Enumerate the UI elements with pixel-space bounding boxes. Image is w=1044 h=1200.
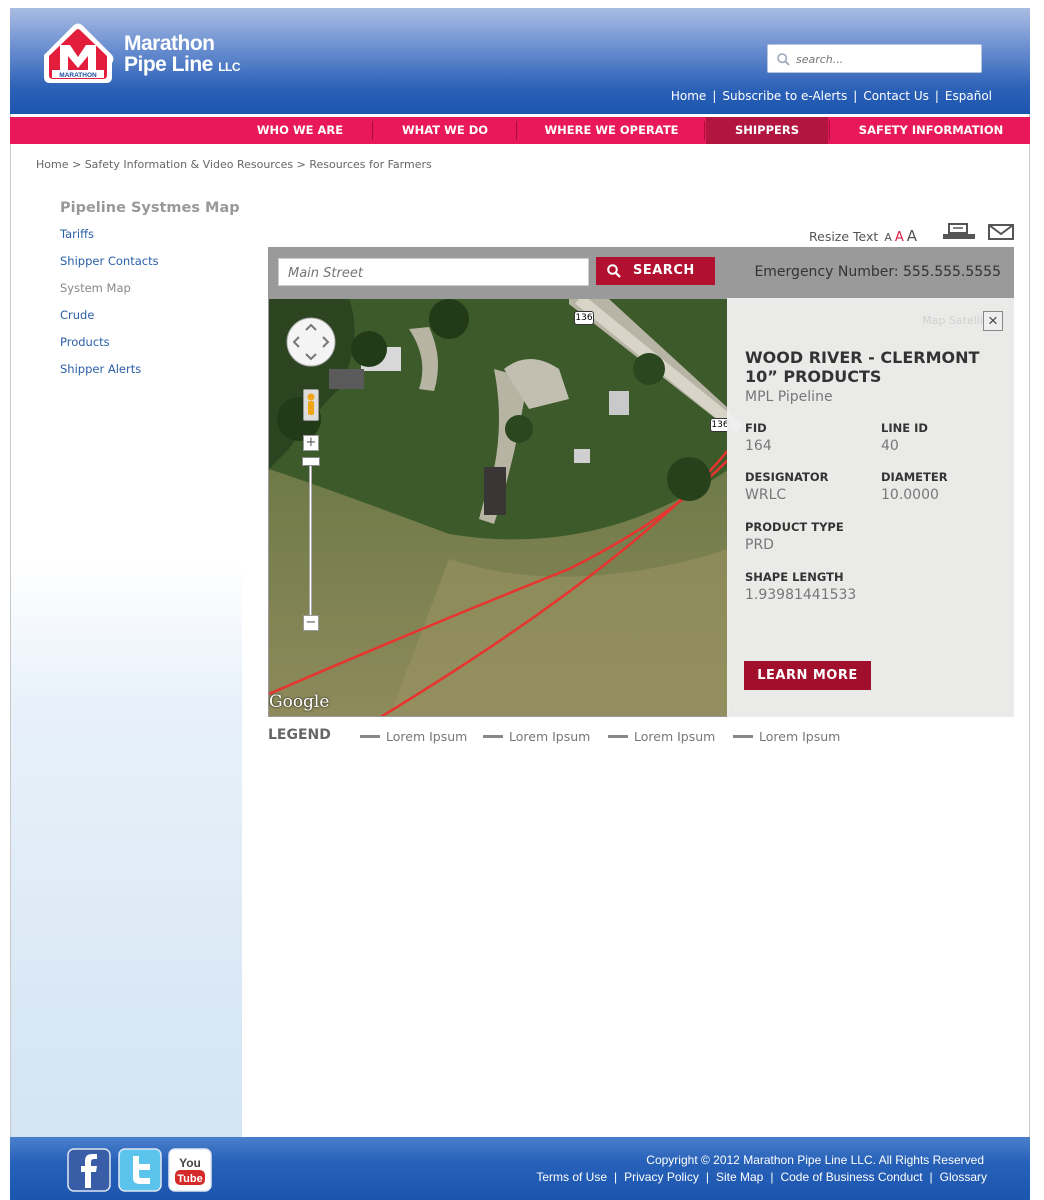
text-size-medium-button[interactable]: A	[895, 230, 904, 245]
street-search-input[interactable]	[288, 265, 578, 281]
legend-line-icon	[608, 735, 628, 738]
designator-label: DESIGNATOR	[745, 470, 829, 484]
diameter-value: 10.0000	[881, 487, 939, 503]
pipeline-subtitle: MPL Pipeline	[745, 389, 833, 405]
line-id-value: 40	[881, 438, 899, 454]
resize-text: Resize Text A A A	[809, 227, 917, 245]
route-shield-136: 136	[574, 311, 594, 325]
zoom-in-button[interactable]: +	[303, 435, 319, 451]
legend-item-label: Lorem Ipsum	[634, 729, 716, 744]
youtube-icon[interactable]: You Tube	[168, 1148, 212, 1192]
sidebar-title: Pipeline Systmes Map	[60, 200, 240, 216]
diameter-label: DIAMETER	[881, 470, 948, 484]
nav-divider	[516, 121, 517, 140]
print-icon[interactable]	[942, 223, 976, 241]
contact-link[interactable]: Contact Us	[863, 89, 929, 103]
legend-item: Lorem Ipsum	[483, 729, 590, 744]
pipeline-info-panel: Map Satellite × WOOD RIVER - CLERMONT 10…	[727, 298, 1014, 717]
sidebar-item-crude[interactable]: Crude	[60, 308, 94, 322]
privacy-policy-link[interactable]: Privacy Policy	[624, 1170, 699, 1184]
svg-text:You: You	[179, 1156, 201, 1170]
sidebar-item-shipper-contacts[interactable]: Shipper Contacts	[60, 254, 159, 268]
learn-more-button[interactable]: LEARN MORE	[744, 661, 871, 690]
svg-text:MARATHON: MARATHON	[59, 72, 97, 79]
legend-line-icon	[733, 735, 753, 738]
brand-name-line2: Pipe Line	[124, 53, 213, 76]
brand-llc: LLC	[218, 60, 241, 74]
copyright-text: Copyright © 2012 Marathon Pipe Line LLC.…	[646, 1153, 984, 1167]
twitter-icon[interactable]	[118, 1148, 162, 1192]
facebook-icon[interactable]	[67, 1148, 111, 1192]
main-nav: WHO WE ARE WHAT WE DO WHERE WE OPERATE S…	[10, 117, 1030, 144]
nav-safety-information[interactable]: SAFETY INFORMATION	[836, 117, 1026, 144]
marathon-logo-icon: MARATHON	[44, 23, 114, 83]
product-type-value: PRD	[745, 537, 774, 553]
espanol-link[interactable]: Español	[945, 89, 992, 103]
street-view-pegman-icon[interactable]	[303, 389, 319, 421]
legend-line-icon	[360, 735, 380, 738]
text-size-large-button[interactable]: A	[907, 227, 917, 245]
fid-label: FID	[745, 421, 767, 435]
map-search-button[interactable]: SEARCH	[596, 257, 715, 285]
terms-of-use-link[interactable]: Terms of Use	[536, 1170, 607, 1184]
sidebar-background	[11, 560, 242, 1137]
pipeline-title: WOOD RIVER - CLERMONT 10” PRODUCTS	[745, 348, 980, 386]
designator-value: WRLC	[745, 487, 787, 503]
glossary-link[interactable]: Glossary	[940, 1170, 987, 1184]
site-search-input[interactable]	[796, 51, 976, 67]
legend-line-icon	[483, 735, 503, 738]
line-id-label: LINE ID	[881, 421, 928, 435]
street-search-field[interactable]	[278, 258, 589, 286]
close-icon[interactable]: ×	[983, 311, 1003, 331]
brand-name-line1: Marathon	[124, 32, 215, 55]
resize-text-label: Resize Text	[809, 229, 879, 244]
nav-what-we-do[interactable]: WHAT WE DO	[380, 117, 510, 144]
shape-length-label: SHAPE LENGTH	[745, 570, 844, 584]
brand-name: Marathon Pipe Line LLC	[124, 32, 241, 78]
nav-divider	[704, 121, 705, 140]
site-search[interactable]	[767, 44, 982, 73]
subscribe-link[interactable]: Subscribe to e-Alerts	[722, 89, 847, 103]
legend-item: Lorem Ipsum	[360, 729, 467, 744]
legend-item-label: Lorem Ipsum	[509, 729, 591, 744]
site-footer	[10, 1137, 1030, 1200]
map-search-button-label: SEARCH	[633, 263, 695, 278]
sidebar-item-shipper-alerts[interactable]: Shipper Alerts	[60, 362, 141, 376]
zoom-slider-track[interactable]	[309, 461, 312, 616]
home-link[interactable]: Home	[671, 89, 706, 103]
emergency-number: Emergency Number: 555.555.5555	[754, 264, 1001, 280]
sidebar-item-tariffs[interactable]: Tariffs	[60, 227, 94, 241]
google-attribution: Google	[269, 692, 330, 712]
email-icon[interactable]	[988, 224, 1014, 240]
nav-who-we-are[interactable]: WHO WE ARE	[236, 117, 364, 144]
text-size-small-button[interactable]: A	[884, 231, 892, 244]
svg-text:Tube: Tube	[177, 1173, 202, 1185]
map-pan-control[interactable]	[286, 317, 336, 367]
fid-value: 164	[745, 438, 772, 454]
footer-links: Terms of Use | Privacy Policy | Site Map | Cod…	[536, 1170, 987, 1184]
legend-item: Lorem Ipsum	[733, 729, 840, 744]
nav-where-we-operate[interactable]: WHERE WE OPERATE	[524, 117, 699, 144]
search-icon	[777, 53, 790, 66]
legend-item-label: Lorem Ipsum	[386, 729, 468, 744]
shape-length-value: 1.93981441533	[745, 587, 857, 603]
nav-divider	[829, 121, 830, 140]
search-icon	[607, 264, 621, 278]
legend-item: Lorem Ipsum	[608, 729, 715, 744]
site-map-link[interactable]: Site Map	[716, 1170, 763, 1184]
zoom-out-button[interactable]: −	[303, 615, 319, 631]
nav-divider	[372, 121, 373, 140]
legend-title: LEGEND	[268, 727, 331, 743]
code-of-conduct-link[interactable]: Code of Business Conduct	[780, 1170, 922, 1184]
legend-item-label: Lorem Ipsum	[759, 729, 841, 744]
product-type-label: PRODUCT TYPE	[745, 520, 844, 534]
breadcrumb[interactable]: Home > Safety Information & Video Resour…	[36, 158, 432, 171]
sidebar-item-system-map[interactable]: System Map	[60, 281, 131, 295]
sidebar-item-products[interactable]: Products	[60, 335, 110, 349]
zoom-slider-handle[interactable]	[302, 457, 320, 466]
utility-links: Home | Subscribe to e-Alerts | Contact Us | Es…	[670, 89, 992, 103]
nav-shippers[interactable]: SHIPPERS	[706, 117, 828, 144]
